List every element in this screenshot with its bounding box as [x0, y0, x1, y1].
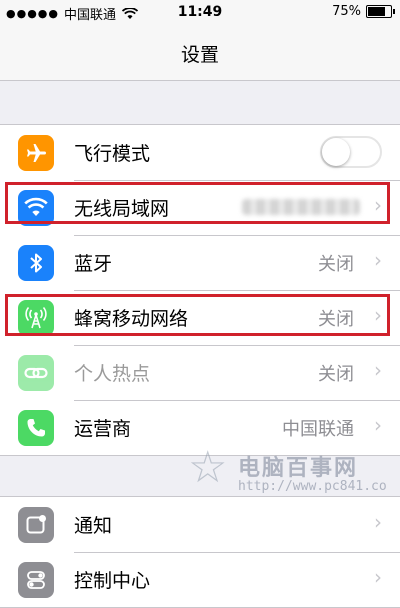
settings-row-label: 个人热点 [74, 363, 151, 385]
watermark-url: http://www.pc841.co [238, 479, 387, 494]
battery-level [368, 7, 385, 16]
settings-row-carrier[interactable]: 运营商 中国联通 › [0, 400, 400, 455]
wifi-icon [18, 190, 54, 226]
settings-row-label: 运营商 [74, 418, 132, 440]
settings-row-notifications[interactable]: 通知 › [0, 497, 400, 552]
battery-icon [366, 5, 395, 18]
settings-row-bluetooth[interactable]: 蓝牙 关闭 › [0, 235, 400, 290]
settings-row-label: 蜂窝移动网络 [74, 308, 189, 330]
settings-row-label: 飞行模式 [74, 143, 151, 165]
settings-row-label: 控制中心 [74, 570, 151, 592]
notifications-icon [18, 507, 54, 543]
settings-group-connectivity: 飞行模式 无线局域网 › 蓝牙 关闭 › 蜂窝移动网络 关闭 › 个人热点 关闭… [0, 124, 400, 456]
cellular-antenna-icon [18, 300, 54, 336]
navigation-bar: 设置 [0, 28, 400, 81]
settings-group-system: 通知 › 控制中心 › [0, 496, 400, 608]
settings-row-label: 无线局域网 [74, 198, 170, 220]
chevron-right-icon: › [374, 565, 382, 589]
settings-row-personal-hotspot[interactable]: 个人热点 关闭 › [0, 345, 400, 400]
settings-row-airplane-mode: 飞行模式 [0, 125, 400, 180]
control-center-icon [18, 562, 54, 598]
page-title: 设置 [180, 44, 219, 66]
chevron-right-icon: › [374, 303, 382, 327]
settings-row-label: 蓝牙 [74, 253, 113, 275]
settings-row-wifi[interactable]: 无线局域网 › [0, 180, 400, 235]
hotspot-chain-icon [18, 355, 54, 391]
settings-row-value: 关闭 [318, 254, 354, 275]
chevron-right-icon: › [374, 413, 382, 437]
settings-row-value: 中国联通 [282, 419, 354, 440]
airplane-icon [18, 135, 54, 171]
settings-row-control-center[interactable]: 控制中心 › [0, 552, 400, 607]
chevron-right-icon: › [374, 510, 382, 534]
bluetooth-icon [18, 245, 54, 281]
chevron-right-icon: › [374, 248, 382, 272]
wifi-network-name-blurred [242, 199, 360, 215]
battery-status: 75% [332, 4, 395, 19]
settings-row-label: 通知 [74, 515, 113, 537]
chevron-right-icon: › [374, 358, 382, 382]
phone-icon [18, 410, 54, 446]
airplane-mode-toggle[interactable] [320, 136, 382, 168]
status-bar: ●●●●● 中国联通 11:49 75% [0, 0, 400, 28]
settings-row-cellular[interactable]: 蜂窝移动网络 关闭 › [0, 290, 400, 345]
settings-row-value: 关闭 [318, 364, 354, 385]
chevron-right-icon: › [374, 193, 382, 217]
battery-percent: 75% [332, 4, 361, 19]
toggle-knob [322, 138, 350, 166]
settings-row-value: 关闭 [318, 309, 354, 330]
